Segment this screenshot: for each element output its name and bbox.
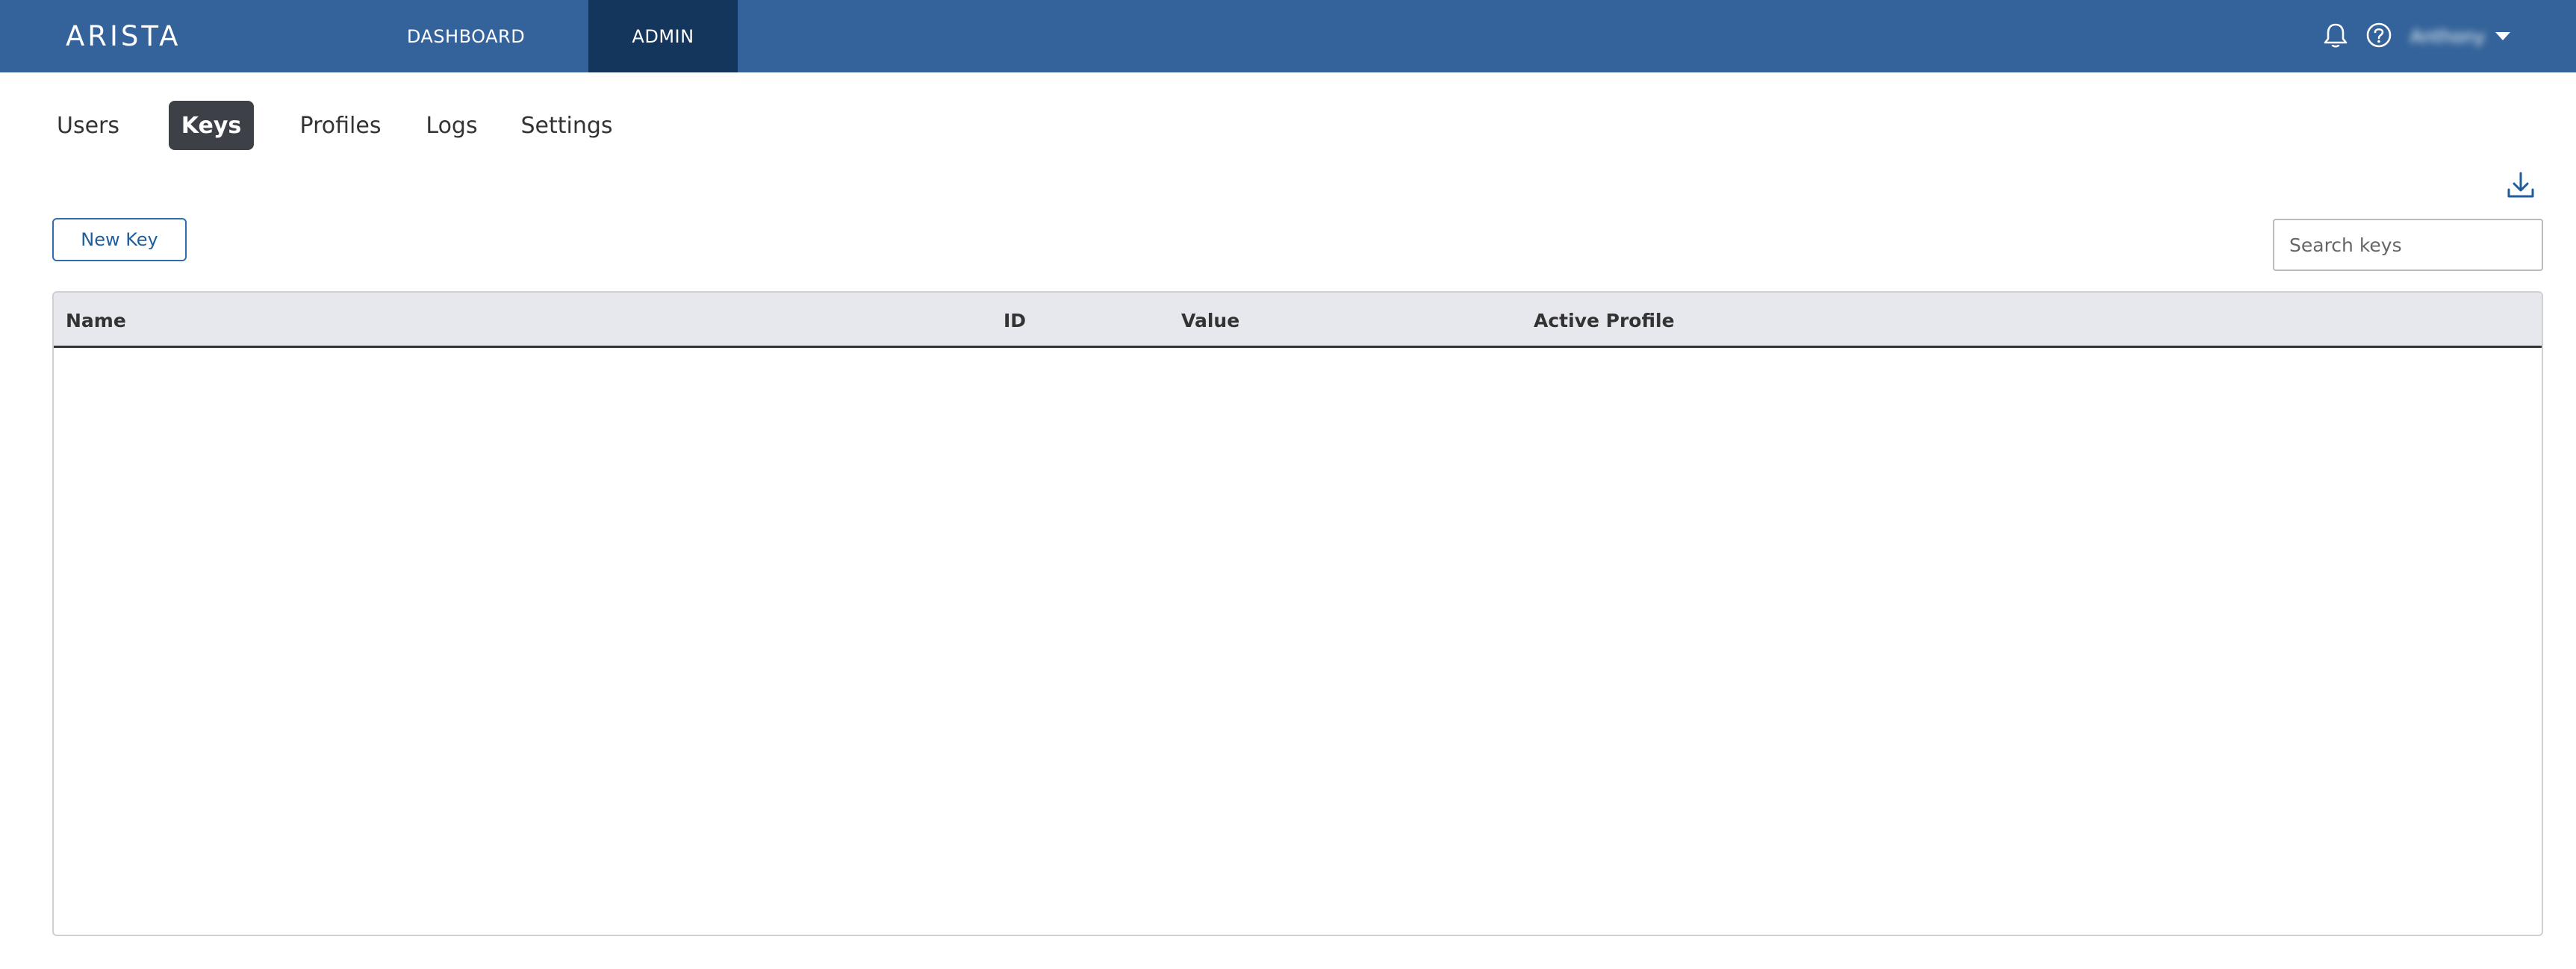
search-keys-input[interactable] [2273, 219, 2543, 271]
nav-admin[interactable]: ADMIN [588, 0, 738, 72]
column-header-value[interactable]: Value [1181, 293, 1239, 348]
keys-table: Name ID Value Active Profile [52, 291, 2543, 936]
chevron-down-icon [2495, 32, 2511, 40]
column-header-active-profile[interactable]: Active Profile [1534, 293, 1675, 348]
column-header-name[interactable]: Name [66, 293, 126, 348]
tab-keys[interactable]: Keys [169, 101, 254, 150]
nav-dashboard[interactable]: DASHBOARD [373, 0, 559, 72]
column-header-id[interactable]: ID [1004, 293, 1026, 348]
tab-settings[interactable]: Settings [518, 101, 615, 150]
arista-logo[interactable]: ARISTA [66, 0, 181, 72]
tab-logs[interactable]: Logs [420, 101, 484, 150]
bell-icon[interactable] [2321, 20, 2351, 50]
download-icon[interactable] [2506, 170, 2536, 200]
new-key-button[interactable]: New Key [52, 218, 187, 261]
user-name: Anthony [2410, 25, 2486, 47]
table-header: Name ID Value Active Profile [54, 293, 2542, 348]
help-icon[interactable] [2364, 20, 2394, 50]
tab-users[interactable]: Users [46, 101, 130, 150]
tab-profiles[interactable]: Profiles [297, 101, 384, 150]
top-nav-bar: ARISTA DASHBOARD ADMIN Anthony [0, 0, 2576, 72]
user-menu[interactable]: Anthony [2410, 0, 2511, 72]
